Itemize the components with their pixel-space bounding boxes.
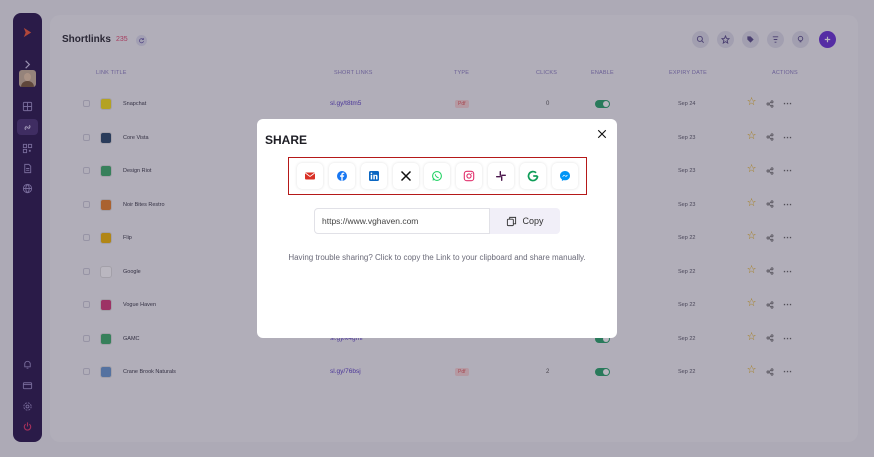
share-url-input[interactable] xyxy=(314,208,490,234)
x-icon[interactable] xyxy=(393,163,419,189)
modal-title: SHARE xyxy=(265,133,308,147)
copy-icon xyxy=(507,216,517,226)
copy-button[interactable]: Copy xyxy=(490,208,560,234)
messenger-icon[interactable] xyxy=(552,163,578,189)
share-modal: SHARE Copy xyxy=(257,119,617,338)
slack-icon[interactable] xyxy=(488,163,514,189)
copy-button-label: Copy xyxy=(522,216,544,226)
social-share-options xyxy=(288,157,587,195)
google-icon[interactable] xyxy=(520,163,546,189)
whatsapp-icon[interactable] xyxy=(424,163,450,189)
share-help-text: Having trouble sharing? Click to copy th… xyxy=(288,253,586,262)
facebook-icon[interactable] xyxy=(329,163,355,189)
email-icon[interactable] xyxy=(297,163,323,189)
instagram-icon[interactable] xyxy=(456,163,482,189)
close-icon[interactable] xyxy=(596,128,608,140)
linkedin-icon[interactable] xyxy=(361,163,387,189)
